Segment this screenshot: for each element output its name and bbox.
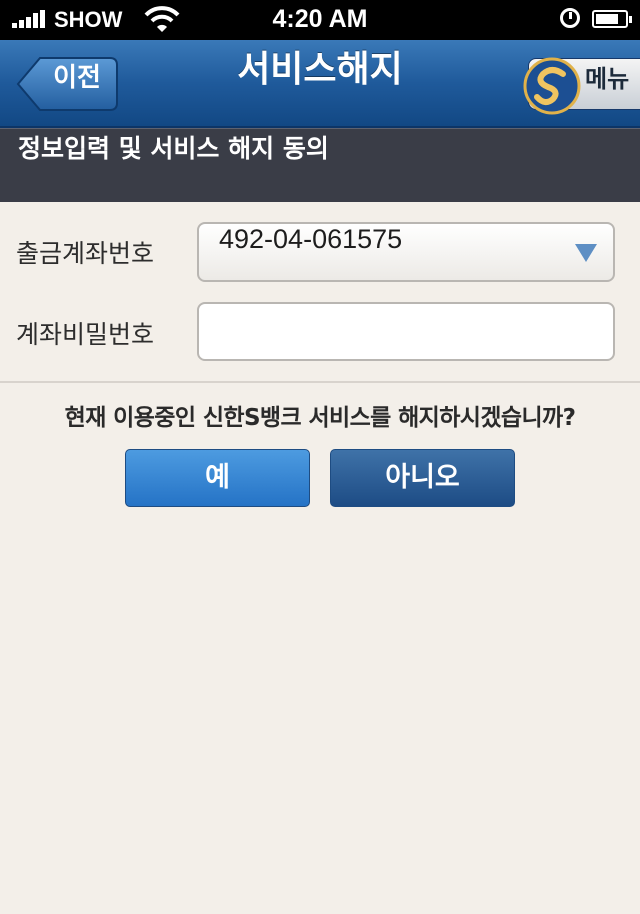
account-password-field[interactable] [197,302,615,361]
account-select-value: 492-04-061575 [219,224,403,254]
section-header: 정보입력 및 서비스 해지 동의 [0,128,640,202]
menu-button-label: 메뉴 [585,65,630,93]
shinhan-logo-icon [523,57,581,115]
account-select[interactable]: 492-04-061575 [197,222,615,282]
confirm-question: 현재 이용중인 신한S뱅크 서비스를 해지하시겠습니까? [64,405,576,431]
password-label: 계좌비밀번호 [16,320,155,349]
menu-button[interactable]: 메뉴 [523,57,640,115]
dropdown-caret-icon [575,244,597,262]
status-time: 4:20 AM [272,5,368,33]
section-title: 정보입력 및 서비스 해지 동의 [18,134,329,163]
account-number-label: 출금계좌번호 [16,239,155,268]
alarm-icon [560,8,580,28]
no-button[interactable]: 아니오 [330,449,515,507]
status-bar: SHOW 4:20 AM [0,0,640,40]
yes-button[interactable]: 예 [125,449,310,507]
divider [0,381,640,383]
navigation-bar: 이전 서비스해지 메뉴 [0,40,640,128]
battery-icon [592,10,632,28]
